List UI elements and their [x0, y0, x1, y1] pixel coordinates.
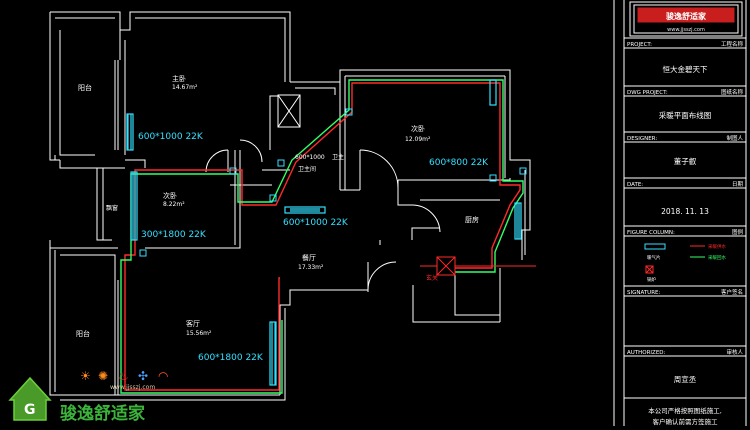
legend-supply-label: 采暖供水 [708, 243, 726, 250]
authorized-label: AUTHORIZED: [627, 350, 666, 356]
radiator-label-3: 600*1000 22K [283, 218, 349, 228]
dwg-label: DWG PROJECT: [627, 90, 668, 96]
radiator-label-1: 600*1000 22K [138, 132, 204, 142]
legend-return-label: 采暖回水 [708, 254, 726, 261]
radiator-label-5: 600*1800 22K [198, 353, 264, 363]
footer-note-2: 客户确认前需方签施工 [653, 417, 719, 426]
fan-icon: ✣ [138, 369, 148, 383]
signature-label: SIGNATURE: [627, 290, 661, 296]
radiator-label-bath: 600*1000 [295, 154, 325, 161]
room-kitchen: 厨房 [465, 215, 479, 224]
svg-text:www.jjsszj.com: www.jjsszj.com [110, 384, 155, 391]
legend-radiator-label: 暖气片 [647, 254, 661, 261]
room-master-bath-a: 卫主 [332, 153, 344, 161]
room-bedroom-small-area: 8.22m² [163, 201, 185, 208]
svg-text:G: G [24, 402, 36, 418]
figure-label: FIGURE COLUMN: [627, 230, 675, 236]
dwg-value: 采暖平面布线图 [659, 110, 712, 120]
room-balcony-bottom: 阳台 [76, 329, 90, 338]
dwg-label-cn: 图纸名称 [721, 88, 744, 96]
brand-name: 骏逸舒适家 [60, 403, 145, 424]
cad-viewport[interactable]: 阳台 主卧 14.67m² 次卧 12.09m² 卫主 卫主间 次卧 8.22m… [0, 0, 750, 426]
project-label-cn: 工程名称 [721, 40, 744, 48]
room-bedroom-small: 次卧 [163, 191, 177, 200]
room-dining: 餐厅 [302, 253, 316, 262]
radiator-label-4: 300*1800 22K [141, 230, 207, 240]
floor-plan-drawing: 阳台 主卧 14.67m² 次卧 12.09m² 卫主 卫主间 次卧 8.22m… [0, 0, 750, 426]
project-label: PROJECT: [627, 42, 652, 48]
room-master-bath-b: 卫主间 [298, 165, 316, 173]
figure-label-cn: 图例 [732, 228, 744, 236]
designer-label: DESIGNER: [627, 136, 657, 142]
svg-text:www.jjsszj.com: www.jjsszj.com [667, 27, 705, 33]
room-living-area: 15.56m² [186, 330, 212, 337]
flame-icon: ♨ [118, 369, 129, 383]
wifi-icon: ◠ [158, 369, 168, 383]
date-label-cn: 日期 [732, 181, 744, 188]
svg-text:骏逸舒适家: 骏逸舒适家 [666, 11, 707, 21]
designer-value: 董子叡 [674, 156, 697, 166]
room-bay-window: 飘窗 [106, 204, 118, 212]
project-value: 恒大金碧天下 [663, 64, 708, 74]
authorized-label-cn: 审核人 [726, 348, 743, 356]
room-dining-area: 17.33m² [298, 264, 324, 271]
room-balcony-top: 阳台 [78, 83, 92, 92]
signature-label-cn: 客户签名 [721, 288, 743, 296]
room-living: 客厅 [186, 319, 200, 328]
room-entrance: 玄关 [426, 274, 438, 282]
room-master-bedroom: 主卧 [172, 74, 186, 83]
authorized-value: 周宣丞 [674, 374, 697, 384]
room-bedroom-right: 次卧 [411, 124, 425, 133]
designer-label-cn: 制图人 [726, 134, 743, 142]
date-label: DATE: [627, 182, 643, 188]
room-master-bedroom-area: 14.67m² [172, 84, 198, 91]
legend-boiler-label: 锅炉 [647, 276, 656, 283]
room-bedroom-right-area: 12.09m² [405, 136, 431, 143]
date-value: 2018. 11. 13 [661, 207, 709, 216]
flower-icon: ✺ [98, 369, 108, 383]
footer-note-1: 本公司严格按照图纸施工, [648, 406, 722, 415]
sun-icon: ☀ [80, 369, 91, 383]
radiator-label-2: 600*800 22K [429, 158, 489, 168]
